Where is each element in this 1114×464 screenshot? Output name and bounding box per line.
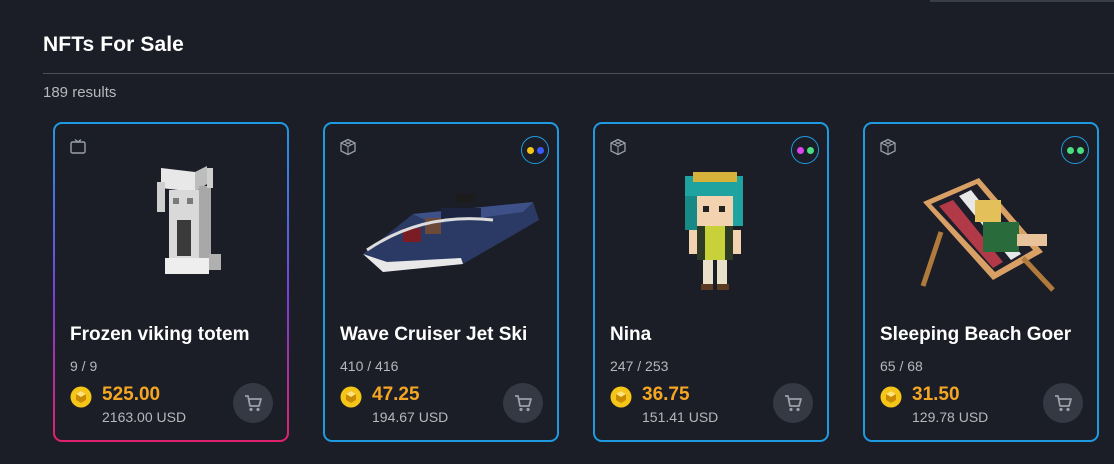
- coin-icon: [340, 386, 362, 408]
- collection-badge: [791, 136, 819, 164]
- nft-price-usd: 151.41 USD: [642, 409, 719, 425]
- page-title: NFTs For Sale: [43, 33, 184, 56]
- cart-icon: [515, 395, 532, 412]
- nft-card-nina[interactable]: Nina 247 / 253 36.75 151.41 USD: [593, 122, 829, 442]
- top-scroll-indicator: [930, 0, 1114, 2]
- cart-icon: [1055, 395, 1072, 412]
- nft-image: [920, 178, 1055, 292]
- nft-supply: 9 / 9: [70, 358, 98, 374]
- nft-supply: 410 / 416: [340, 358, 399, 374]
- nft-supply: 247 / 253: [610, 358, 669, 374]
- nft-card-frozen-viking-totem[interactable]: Frozen viking totem 9 / 9 525.00 2163.00…: [53, 122, 289, 442]
- nft-name[interactable]: Nina: [610, 324, 651, 346]
- tv-icon: [70, 139, 86, 154]
- nft-card-wave-cruiser-jet-ski[interactable]: Wave Cruiser Jet Ski 410 / 416 47.25 194…: [323, 122, 559, 442]
- nft-price-usd: 2163.00 USD: [102, 409, 187, 425]
- cart-icon: [245, 395, 262, 412]
- add-to-cart-button[interactable]: [233, 383, 273, 423]
- nft-name[interactable]: Wave Cruiser Jet Ski: [340, 324, 527, 346]
- nft-image: [363, 194, 539, 272]
- nft-price-usd: 194.67 USD: [372, 409, 449, 425]
- nft-name[interactable]: Frozen viking totem: [70, 324, 249, 346]
- nft-name[interactable]: Sleeping Beach Goer: [880, 324, 1071, 346]
- cube-icon: [340, 138, 356, 156]
- nft-price: 47.25: [372, 384, 420, 405]
- add-to-cart-button[interactable]: [503, 383, 543, 423]
- add-to-cart-button[interactable]: [773, 383, 813, 423]
- nft-price: 31.50: [912, 384, 960, 405]
- coin-icon: [610, 386, 632, 408]
- divider: [43, 73, 1114, 74]
- nft-card-sleeping-beach-goer[interactable]: Sleeping Beach Goer 65 / 68 31.50 129.78…: [863, 122, 1099, 442]
- nft-supply: 65 / 68: [880, 358, 923, 374]
- collection-badge: [1061, 136, 1089, 164]
- add-to-cart-button[interactable]: [1043, 383, 1083, 423]
- cube-icon: [880, 138, 896, 156]
- nft-price: 36.75: [642, 384, 690, 405]
- nft-image: [685, 172, 743, 290]
- cart-icon: [785, 395, 802, 412]
- nft-price-usd: 129.78 USD: [912, 409, 989, 425]
- coin-icon: [880, 386, 902, 408]
- nft-image: [157, 166, 221, 274]
- cube-icon: [610, 138, 626, 156]
- collection-badge: [521, 136, 549, 164]
- nft-price: 525.00: [102, 384, 161, 405]
- coin-icon: [70, 386, 92, 408]
- results-count: 189 results: [43, 84, 117, 101]
